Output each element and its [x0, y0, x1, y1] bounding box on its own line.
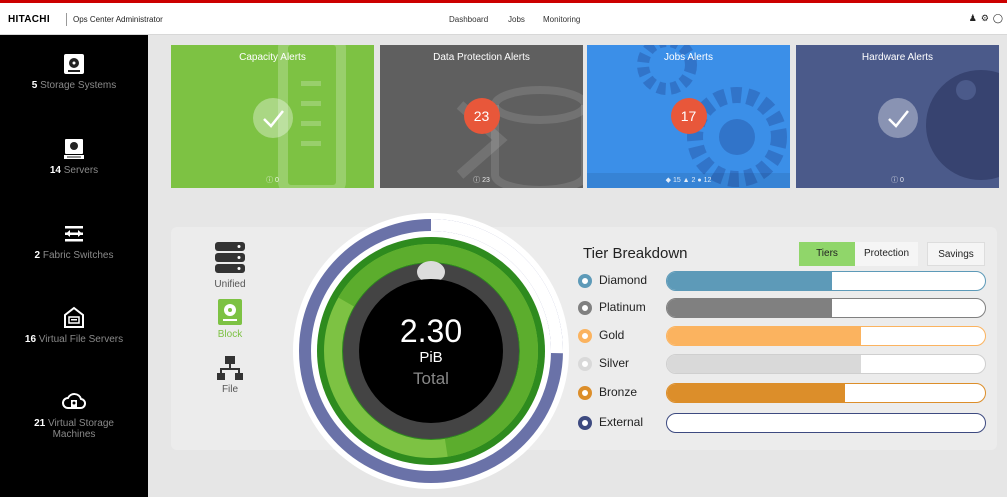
tier-row-silver[interactable]: Silver [578, 354, 988, 374]
tier-label: Bronze [599, 385, 638, 399]
user-icon[interactable]: ♟ [969, 13, 977, 24]
file-icon [217, 356, 243, 380]
capacity-donut-chart: 2.30 PiB Total [293, 213, 569, 489]
tier-bar[interactable] [666, 383, 986, 403]
tier-label: External [599, 415, 644, 429]
sidebar-item-virtual-file-servers[interactable]: 16 Virtual File Servers [0, 306, 148, 345]
hardware-alerts-tile[interactable]: Hardware Alerts ⓘ 0 [796, 45, 999, 188]
sidebar-item-label: Storage Systems [40, 80, 117, 91]
sidebar-item-fabric-switches[interactable]: 2 Fabric Switches [0, 222, 148, 261]
type-label: Unified [214, 279, 246, 290]
tile-title: Hardware Alerts [861, 52, 934, 63]
data-protection-alerts-tile[interactable]: Data Protection Alerts 23 ⓘ 23 [380, 45, 583, 188]
tier-label: Diamond [599, 273, 648, 287]
type-label: Block [217, 329, 243, 340]
sidebar-item-virtual-storage-machines[interactable]: 21 Virtual Storage Machines [0, 390, 148, 440]
tier-label: Silver [599, 356, 630, 370]
capacity-label: Total [413, 369, 449, 388]
tier-row-platinum[interactable]: Platinum [578, 298, 988, 318]
tile-footer: ⓘ 23 [473, 177, 490, 184]
check-icon [252, 98, 293, 138]
tier-bar[interactable] [666, 298, 986, 318]
protection-button[interactable]: Protection [855, 242, 918, 266]
brand-logo: HITACHI [8, 14, 50, 25]
tier-row-diamond[interactable]: Diamond [578, 271, 988, 291]
server-icon [64, 139, 84, 159]
tier-bar[interactable] [666, 326, 986, 346]
savings-button[interactable]: Savings [927, 242, 985, 266]
tier-dot-icon [578, 274, 592, 288]
tiers-button[interactable]: Tiers [799, 242, 855, 266]
nav-dashboard[interactable]: Dashboard [449, 15, 488, 24]
tier-row-bronze[interactable]: Bronze [578, 383, 988, 403]
tier-bar-fill [667, 299, 833, 317]
virtual-storage-machine-icon [62, 393, 86, 409]
tier-row-external[interactable]: External [578, 413, 988, 433]
tier-row-gold[interactable]: Gold [578, 326, 988, 346]
tile-footer: ⓘ 0 [891, 177, 904, 184]
tile-title: Capacity Alerts [239, 52, 306, 63]
type-label: File [221, 384, 239, 395]
tier-bar[interactable] [666, 413, 986, 433]
sidebar-item-label: Virtual File Servers [38, 334, 124, 345]
gear-icon[interactable]: ⚙ [981, 13, 989, 24]
sidebar-item-servers[interactable]: 14 Servers [0, 137, 148, 176]
sidebar-count: 5 [31, 80, 38, 91]
tier-bar-fill [667, 272, 833, 290]
tile-footer: ◆ 15 ▲ 2 ● 12 [587, 173, 790, 188]
tile-title: Data Protection Alerts [433, 52, 530, 63]
nav-jobs[interactable]: Jobs [508, 15, 525, 24]
sidebar: 5 Storage Systems 14 Servers 2 Fabric Sw… [0, 35, 148, 497]
alert-count-badge: 23 [463, 98, 500, 134]
sidebar-item-label: Virtual Storage [47, 418, 114, 429]
tier-dot-icon [578, 301, 592, 315]
tier-bar[interactable] [666, 271, 986, 291]
sidebar-item-label: Servers [63, 165, 99, 176]
sidebar-count: 16 [24, 334, 37, 345]
jobs-alerts-tile[interactable]: Jobs Alerts 17 ◆ 15 ▲ 2 ● 12 [587, 45, 790, 188]
tier-dot-icon [578, 416, 592, 430]
capacity-value: 2.30 [400, 313, 462, 349]
sidebar-count: 2 [34, 250, 41, 261]
tier-label: Gold [599, 328, 625, 342]
sidebar-item-label-line2: Machines [52, 429, 96, 440]
sidebar-item-label: Fabric Switches [42, 250, 114, 261]
tier-bar-fill [667, 355, 861, 373]
type-file[interactable]: File [205, 355, 255, 395]
type-block[interactable]: Block [205, 298, 255, 340]
tier-dot-icon [578, 386, 592, 400]
tier-dot-icon [578, 357, 592, 371]
tier-label: Platinum [599, 300, 646, 314]
check-icon [877, 98, 918, 138]
job-counts: 15 ▲ 2 ● 12 [672, 177, 712, 184]
capacity-unit: PiB [419, 349, 442, 366]
capacity-alerts-tile[interactable]: Capacity Alerts ⓘ 0 [171, 45, 374, 188]
switch-icon [65, 226, 83, 242]
tier-bar[interactable] [666, 354, 986, 374]
block-icon [218, 299, 242, 325]
tile-title: Jobs Alerts [664, 52, 713, 63]
alert-count-badge: 17 [670, 98, 707, 134]
brand-divider [66, 13, 67, 26]
sidebar-item-storage-systems[interactable]: 5 Storage Systems [0, 52, 148, 91]
tier-dot-icon [578, 329, 592, 343]
top-bar: HITACHI Ops Center Administrator Dashboa… [0, 0, 1007, 35]
nav-monitoring[interactable]: Monitoring [543, 15, 580, 24]
info-count: 0 [900, 177, 904, 184]
tier-bar-fill [667, 384, 846, 402]
type-unified[interactable]: Unified [205, 240, 255, 290]
storage-system-icon [64, 54, 84, 74]
app-name: Ops Center Administrator [73, 15, 163, 24]
top-icons: ♟ ⚙ ◯ [969, 13, 1003, 24]
tier-breakdown-title: Tier Breakdown [583, 245, 688, 262]
tile-footer: ⓘ 0 [266, 177, 279, 184]
info-count: 0 [275, 177, 279, 184]
unified-icon [215, 242, 245, 273]
info-count: 23 [482, 177, 490, 184]
sidebar-count: 21 [34, 418, 46, 429]
sidebar-count: 14 [49, 165, 61, 176]
virtual-file-server-icon [64, 306, 84, 328]
help-icon[interactable]: ◯ [993, 13, 1003, 24]
tier-bar-fill [667, 327, 861, 345]
